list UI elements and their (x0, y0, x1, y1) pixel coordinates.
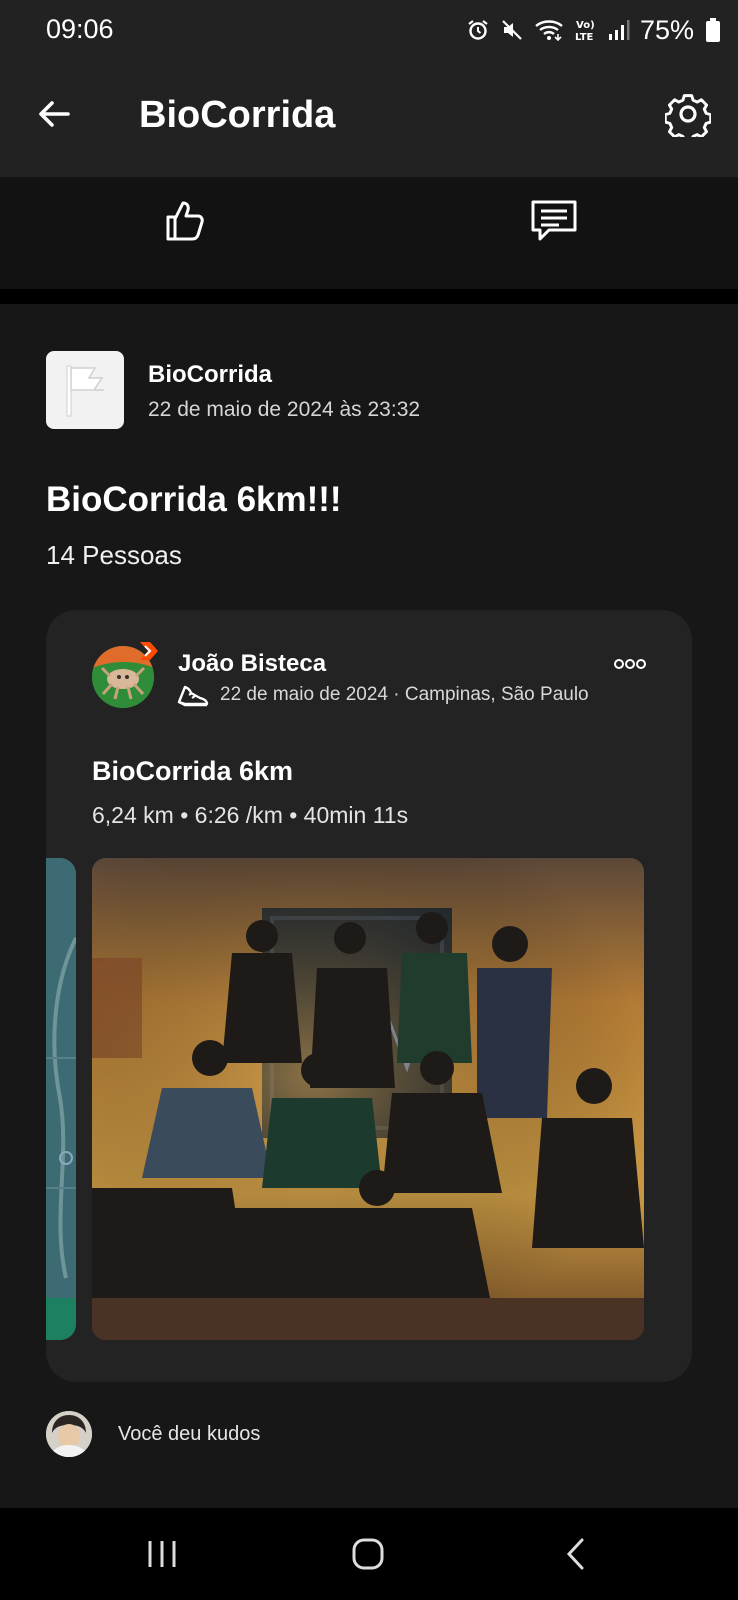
route-map-image (46, 858, 76, 1340)
activity-title[interactable]: BioCorrida 6km (92, 756, 293, 787)
kudos-text: Você deu kudos (118, 1422, 261, 1445)
signal-icon (608, 20, 630, 40)
status-time: 09:06 (46, 14, 114, 44)
post-date: 22 de maio de 2024 às 23:32 (148, 398, 421, 421)
comment-icon (531, 200, 577, 241)
battery-percent: 75% (639, 14, 694, 45)
volte-icon: Vo) LTE (575, 20, 595, 43)
gear-icon (665, 94, 711, 137)
back-button[interactable] (30, 90, 78, 138)
status-bar: 09:06 Vo) LTE 75% (0, 0, 738, 60)
comment-button[interactable] (526, 193, 582, 249)
activity-stats: 6,24 km • 6:26 /km • 40min 11s (92, 802, 409, 828)
nav-back-button[interactable] (554, 1532, 598, 1576)
shoe-icon (177, 685, 209, 707)
recent-apps-button[interactable] (140, 1532, 184, 1576)
kudos-row[interactable]: Você deu kudos (46, 1410, 260, 1458)
svg-text:Vo): Vo) (576, 20, 595, 31)
subscriber-badge-icon (140, 642, 158, 660)
chevron-left-icon (566, 1538, 584, 1570)
status-icons: Vo) LTE 75% (466, 12, 720, 48)
group-photo-image (92, 858, 644, 1340)
activity-meta: 22 de maio de 2024 · Campinas, São Paulo (220, 684, 589, 705)
home-button[interactable] (346, 1532, 390, 1576)
route-map-thumbnail[interactable] (46, 858, 76, 1340)
thumbs-up-icon (166, 201, 204, 241)
battery-icon (706, 18, 720, 42)
user-avatar-image (46, 1411, 92, 1457)
athlete-name[interactable]: João Bisteca (178, 650, 326, 678)
divider (0, 289, 738, 304)
system-navigation-bar (0, 1508, 738, 1600)
club-avatar[interactable] (46, 351, 124, 429)
mute-icon (502, 20, 522, 40)
app-bar: BioCorrida (0, 60, 738, 177)
home-icon (352, 1538, 384, 1570)
group-post: BioCorrida 22 de maio de 2024 às 23:32 B… (0, 304, 738, 1508)
alarm-icon (468, 20, 488, 40)
activity-card[interactable]: João Bisteca 22 de maio de 2024 · Campin… (46, 610, 692, 1382)
settings-button[interactable] (660, 86, 716, 142)
post-title: BioCorrida 6km!!! (46, 480, 342, 519)
activity-photo[interactable] (92, 858, 644, 1340)
club-name[interactable]: BioCorrida (148, 361, 272, 389)
kudos-button[interactable] (156, 193, 212, 249)
more-horizontal-icon (614, 659, 646, 669)
user-avatar (46, 1411, 92, 1457)
screen: 09:06 Vo) LTE 75% BioCorrida BioCorrida … (0, 0, 738, 1600)
recent-apps-icon (148, 1541, 176, 1567)
more-options-button[interactable] (610, 654, 650, 674)
arrow-left-icon (39, 101, 70, 127)
people-count[interactable]: 14 Pessoas (46, 540, 182, 571)
flag-icon (66, 365, 104, 417)
wifi-icon (535, 20, 563, 42)
page-title: BioCorrida (139, 94, 336, 136)
action-row (0, 177, 738, 289)
svg-text:LTE: LTE (575, 32, 594, 43)
